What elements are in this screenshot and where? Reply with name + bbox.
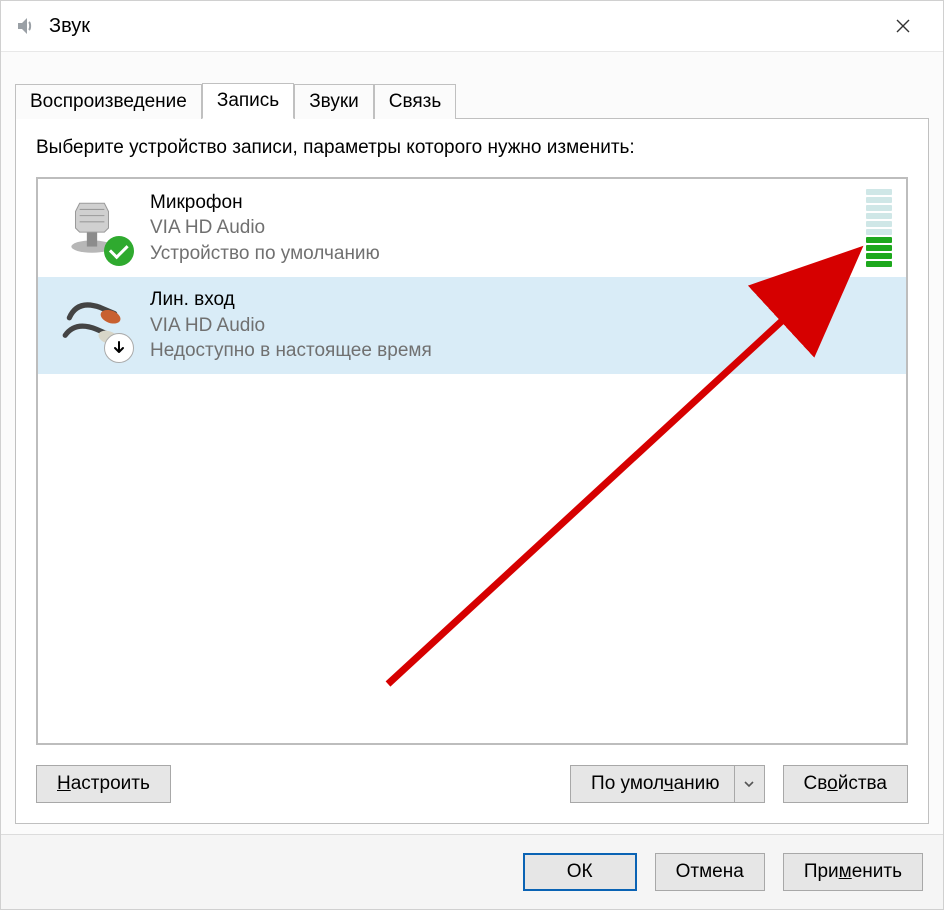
close-button[interactable]: [873, 1, 933, 51]
cancel-button[interactable]: Отмена: [655, 853, 765, 891]
set-default-button[interactable]: По умолчанию: [570, 765, 735, 803]
tab-playback[interactable]: Воспроизведение: [15, 84, 202, 119]
device-desc: VIA HD Audio: [150, 215, 848, 241]
instruction-text: Выберите устройство записи, параметры ко…: [36, 137, 908, 159]
microphone-icon: [52, 192, 132, 264]
titlebar: Звук: [1, 1, 943, 51]
device-status: Недоступно в настоящее время: [150, 338, 892, 364]
ok-button[interactable]: ОК: [523, 853, 637, 891]
set-default-split-button[interactable]: По умолчанию: [570, 765, 765, 803]
chevron-down-icon: [743, 778, 755, 790]
device-status: Устройство по умолчанию: [150, 241, 848, 267]
properties-button[interactable]: Свойства: [783, 765, 908, 803]
tab-communications[interactable]: Связь: [374, 84, 457, 119]
sound-dialog: Звук Воспроизведение Запись Звуки Связь …: [0, 0, 944, 910]
device-text: Микрофон VIA HD Audio Устройство по умол…: [150, 190, 848, 267]
tab-recording[interactable]: Запись: [202, 83, 294, 119]
app-icon: [11, 12, 39, 40]
set-default-dropdown[interactable]: [735, 765, 765, 803]
window-title: Звук: [49, 15, 873, 38]
apply-button[interactable]: Применить: [783, 853, 923, 891]
tab-strip: Воспроизведение Запись Звуки Связь: [15, 82, 929, 118]
tab-sounds[interactable]: Звуки: [294, 84, 374, 119]
dialog-bottom-bar: ОК Отмена Применить: [1, 834, 943, 909]
tab-panel-recording: Выберите устройство записи, параметры ко…: [15, 118, 929, 824]
down-arrow-badge-icon: [104, 333, 134, 363]
device-desc: VIA HD Audio: [150, 313, 892, 339]
default-device-badge-icon: [104, 236, 134, 266]
panel-buttons: Настроить По умолчанию Свойства: [36, 765, 908, 803]
device-row-microphone[interactable]: Микрофон VIA HD Audio Устройство по умол…: [38, 179, 906, 277]
device-name: Лин. вход: [150, 287, 892, 313]
device-text: Лин. вход VIA HD Audio Недоступно в наст…: [150, 287, 892, 364]
device-row-line-in[interactable]: Лин. вход VIA HD Audio Недоступно в наст…: [38, 277, 906, 374]
level-meter: [866, 189, 892, 267]
configure-button[interactable]: Настроить: [36, 765, 171, 803]
device-name: Микрофон: [150, 190, 848, 216]
content-area: Воспроизведение Запись Звуки Связь Выбер…: [1, 51, 943, 834]
line-in-icon: [52, 289, 132, 361]
device-list[interactable]: Микрофон VIA HD Audio Устройство по умол…: [36, 177, 908, 745]
